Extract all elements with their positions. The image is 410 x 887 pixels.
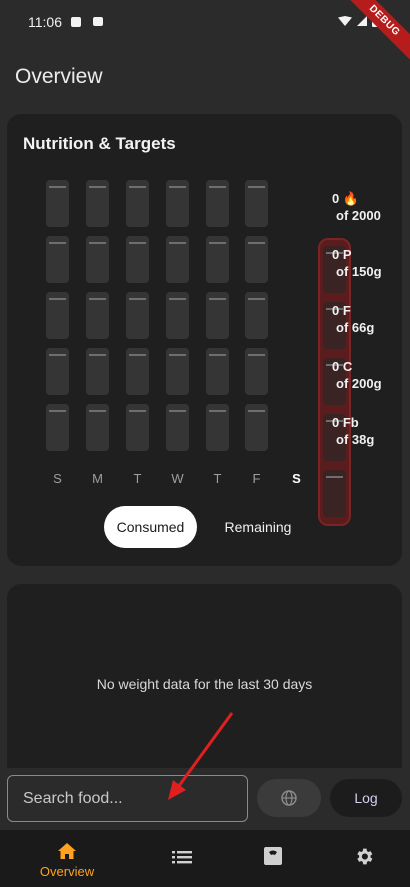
weight-card: No weight data for the last 30 days (7, 584, 402, 774)
log-button[interactable]: Log (330, 779, 402, 817)
day-label: W (171, 471, 184, 486)
nav-item-overview[interactable]: Overview (22, 830, 112, 887)
nutrition-cell[interactable] (86, 404, 109, 451)
status-time: 11:06 (28, 14, 62, 30)
nutrition-cell[interactable] (166, 180, 189, 227)
nav-item-settings[interactable] (319, 830, 409, 887)
macro-target: of 2000 (336, 208, 381, 223)
food-input-bar: Log (0, 768, 410, 830)
nutrition-cell[interactable] (46, 348, 69, 395)
day-label: S (292, 471, 301, 486)
nutrition-cell[interactable] (166, 404, 189, 451)
day-label: S (53, 471, 62, 486)
nutrition-cell[interactable] (126, 292, 149, 339)
macro-label: 0 🔥 of 2000 (332, 190, 381, 224)
macro-target: of 200g (336, 376, 382, 391)
nutrition-cell[interactable] (245, 292, 268, 339)
nutrition-cell[interactable] (206, 348, 229, 395)
online-search-button[interactable] (257, 779, 321, 817)
nutrition-cell[interactable] (126, 404, 149, 451)
nav-item-log-list[interactable] (137, 830, 227, 887)
nutrition-cell[interactable] (126, 348, 149, 395)
macro-label: 0 P of 150g (332, 246, 382, 280)
nav-item-weight[interactable] (228, 830, 318, 887)
nutrition-cell[interactable] (245, 348, 268, 395)
day-label: F (252, 471, 261, 486)
nutrition-cell[interactable] (46, 180, 69, 227)
nutrition-cell[interactable] (86, 292, 109, 339)
nav-label-overview: Overview (39, 864, 95, 879)
weight-empty-message: No weight data for the last 30 days (96, 676, 313, 692)
macro-label: 0 Fb of 38g (332, 414, 374, 448)
bottom-navigation: Overview (0, 830, 410, 887)
macro-target: of 66g (336, 320, 375, 335)
nutrition-cell[interactable] (166, 292, 189, 339)
macro-label: 0 F of 66g (332, 302, 374, 336)
nutrition-cell[interactable] (46, 292, 69, 339)
macro-value: 0 Fb (332, 415, 359, 430)
nutrition-cell[interactable] (245, 180, 268, 227)
nutrition-cell[interactable] (206, 404, 229, 451)
macro-value: 0 🔥 (332, 191, 360, 206)
macro-target: of 150g (336, 264, 382, 279)
day-label: T (213, 471, 222, 486)
globe-icon (281, 790, 297, 806)
notification-icon (71, 17, 81, 27)
nutrition-cell[interactable] (206, 236, 229, 283)
status-bar: 11:06 (0, 0, 410, 40)
nutrition-cell[interactable] (86, 348, 109, 395)
nutrition-cell[interactable] (126, 236, 149, 283)
notification-icon (93, 17, 103, 26)
nutrition-cell[interactable] (323, 470, 346, 517)
remaining-toggle[interactable]: Remaining (212, 506, 304, 548)
nutrition-cell[interactable] (245, 404, 268, 451)
nutrition-card-title: Nutrition & Targets (23, 134, 176, 153)
macro-value: 0 F (332, 303, 351, 318)
nutrition-cell[interactable] (86, 236, 109, 283)
day-label: T (133, 471, 142, 486)
weight-scale-icon (264, 847, 282, 865)
nutrition-card: Nutrition & Targets 0 🔥 of 2000 0 P of 150g… (7, 114, 402, 566)
consumed-toggle[interactable]: Consumed (104, 506, 197, 548)
macro-value: 0 C (332, 359, 353, 374)
page-title: Overview (15, 65, 103, 88)
settings-gear-icon (357, 848, 373, 865)
search-food-input[interactable] (7, 775, 248, 822)
nutrition-cell[interactable] (46, 236, 69, 283)
nutrition-cell[interactable] (46, 404, 69, 451)
signal-icon (357, 16, 367, 26)
nutrition-cell[interactable] (206, 292, 229, 339)
nutrition-cell[interactable] (245, 236, 268, 283)
macro-label: 0 C of 200g (332, 358, 382, 392)
home-icon (58, 843, 76, 859)
macro-value: 0 P (332, 247, 352, 262)
nutrition-cell[interactable] (86, 180, 109, 227)
nutrition-cell[interactable] (126, 180, 149, 227)
day-label: M (92, 471, 103, 486)
nutrition-cell[interactable] (166, 236, 189, 283)
list-icon (172, 851, 192, 864)
macro-target: of 38g (336, 432, 375, 447)
wifi-icon (338, 16, 352, 26)
nutrition-cell[interactable] (166, 348, 189, 395)
nutrition-cell[interactable] (206, 180, 229, 227)
